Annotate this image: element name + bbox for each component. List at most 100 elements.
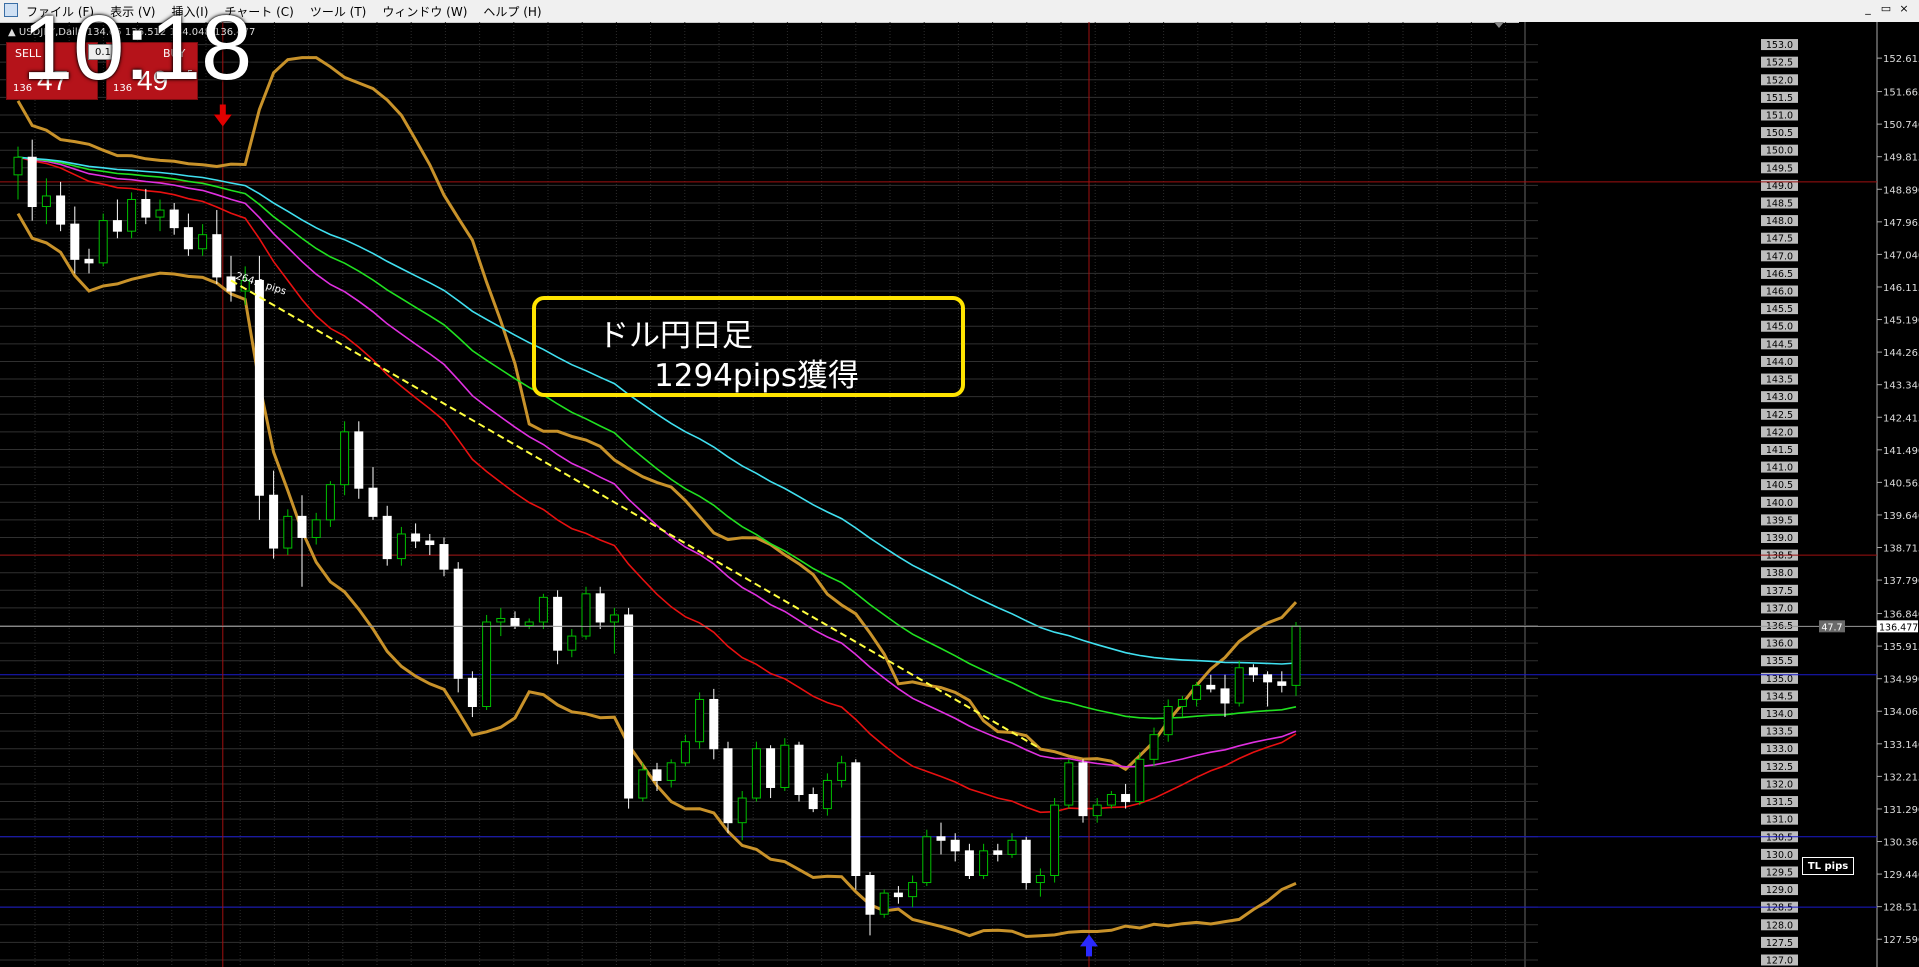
candle-body (1220, 688, 1230, 704)
candle-body (737, 797, 747, 824)
candle-body (808, 794, 818, 810)
price-axis-label: 130.365 (1883, 838, 1919, 849)
candle-body (865, 874, 875, 915)
app-icon[interactable] (4, 3, 18, 17)
price-axis-label: 135.915 (1883, 642, 1919, 653)
round-level-label: 149.0 (1766, 181, 1793, 192)
round-level-label: 148.0 (1766, 216, 1793, 227)
round-level-label: 143.5 (1766, 375, 1793, 386)
candle-body (666, 762, 676, 781)
candle-body (936, 836, 946, 841)
candle-body (467, 677, 477, 707)
round-level-label: 140.5 (1766, 480, 1793, 491)
candle-body (538, 596, 548, 623)
price-axis-label: 137.790 (1883, 576, 1919, 587)
round-level-label: 133.0 (1766, 744, 1793, 755)
round-level-label: 146.0 (1766, 287, 1793, 298)
candle-body (1177, 698, 1187, 707)
price-axis-label: 127.590 (1883, 935, 1919, 946)
candle-body (325, 484, 335, 521)
price-axis-label: 145.190 (1883, 316, 1919, 327)
candle-body (1050, 804, 1060, 876)
round-level-label: 129.0 (1766, 885, 1793, 896)
round-level-label: 127.5 (1766, 938, 1793, 949)
candle-body (70, 223, 80, 260)
candle-body (198, 234, 208, 250)
round-level-label: 149.5 (1766, 163, 1793, 174)
window-controls: _ ▭ × (1859, 2, 1913, 15)
menu-item-4[interactable]: ツール (T) (310, 5, 367, 19)
candle-body (84, 258, 94, 264)
candle-body (581, 593, 591, 637)
candle-body (1106, 794, 1116, 806)
round-level-label: 135.0 (1766, 674, 1793, 685)
round-level-label: 139.5 (1766, 515, 1793, 526)
moving-average-green (17, 156, 1297, 720)
candle-body (254, 279, 264, 496)
sell-signal-arrow-icon (213, 104, 232, 127)
moving-average-cyan (17, 156, 1297, 665)
round-level-label: 142.5 (1766, 410, 1793, 421)
round-level-label: 147.5 (1766, 234, 1793, 245)
scale-area (1519, 22, 1919, 967)
minimize-button[interactable]: _ (1859, 2, 1877, 15)
candle-body (822, 779, 832, 810)
price-axis-label: 134.065 (1883, 707, 1919, 718)
candle-body (283, 515, 293, 549)
candle-body (56, 195, 66, 225)
round-level-label: 138.5 (1766, 551, 1793, 562)
candle-body (1135, 758, 1145, 803)
candle-body (695, 698, 705, 743)
candle-body (624, 614, 634, 799)
clock-overlay: 10:18 (22, 0, 253, 99)
tl-pips-button[interactable]: TL pips (1802, 857, 1854, 875)
round-level-label: 137.5 (1766, 586, 1793, 597)
price-axis-label: 147.040 (1883, 250, 1919, 261)
candle-body (922, 836, 932, 884)
price-chart[interactable]: 153.0 152.5 152.0 151.5 151.0 150.5 150.0 149.5… (0, 22, 1919, 967)
candle-body (1064, 762, 1074, 806)
chart-shift-marker-icon[interactable] (1494, 22, 1504, 28)
price-axis-label: 128.515 (1883, 903, 1919, 914)
round-level-label: 130.0 (1766, 850, 1793, 861)
candle-body (524, 621, 534, 627)
round-level-label: 139.0 (1766, 533, 1793, 544)
candle-body (212, 234, 222, 278)
round-level-label: 146.5 (1766, 269, 1793, 280)
round-level-label: 150.5 (1766, 128, 1793, 139)
candle-body (1277, 681, 1287, 686)
price-axis-label: 132.215 (1883, 772, 1919, 783)
restore-button[interactable]: ▭ (1877, 2, 1895, 15)
candle-body (751, 748, 761, 799)
price-axis-label: 141.490 (1883, 446, 1919, 457)
price-axis-label: 147.965 (1883, 218, 1919, 229)
price-axis-label: 149.815 (1883, 153, 1919, 164)
round-level-label: 132.0 (1766, 779, 1793, 790)
round-level-label: 130.5 (1766, 832, 1793, 843)
round-level-label: 151.5 (1766, 93, 1793, 104)
candle-body (837, 762, 847, 781)
menu-item-5[interactable]: ウィンドウ (W) (382, 5, 467, 19)
round-level-label: 148.5 (1766, 199, 1793, 210)
price-axis-label: 134.990 (1883, 675, 1919, 686)
candle-body (879, 892, 889, 915)
round-level-label: 127.0 (1766, 956, 1793, 967)
round-level-label: 128.0 (1766, 920, 1793, 931)
candle-body (1192, 684, 1202, 700)
menu-item-6[interactable]: ヘルプ (H) (483, 5, 541, 19)
candle-body (425, 540, 435, 546)
candle-body (1149, 734, 1159, 760)
candle-body (297, 515, 307, 538)
round-level-label: 147.0 (1766, 251, 1793, 262)
round-level-label: 134.5 (1766, 691, 1793, 702)
annotation-title: ドル円日足 (598, 318, 753, 354)
candle-body (595, 593, 605, 623)
candle-body (780, 744, 790, 788)
round-level-label: 152.0 (1766, 75, 1793, 86)
price-axis-label: 152.615 (1883, 54, 1919, 65)
round-level-label: 143.0 (1766, 392, 1793, 403)
round-level-label: 151.0 (1766, 110, 1793, 121)
candle-body (510, 617, 520, 627)
round-level-label: 145.5 (1766, 304, 1793, 315)
close-button[interactable]: × (1895, 2, 1913, 15)
